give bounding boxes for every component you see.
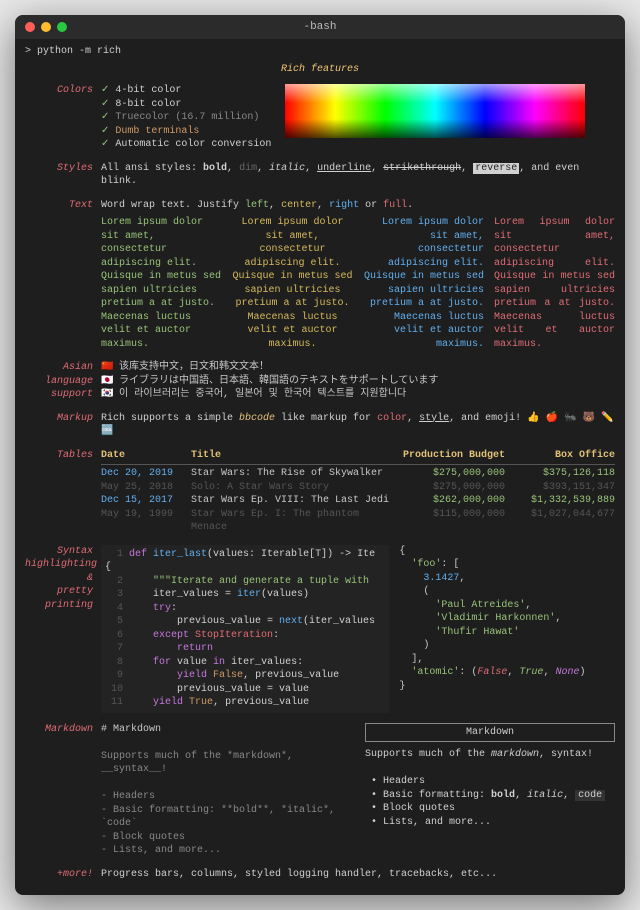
color-spectrum — [285, 84, 585, 138]
color-item: 8-bit color — [115, 99, 181, 110]
lorem-right: Lorem ipsum dolor sit amet, consectetur … — [363, 216, 484, 351]
syntax-body: 1def iter_last(values: Iterable[T]) -> I… — [101, 545, 615, 713]
window-title: -bash — [15, 21, 625, 33]
section-label-colors: Colors — [25, 84, 101, 98]
section-label-more: +more! — [25, 868, 101, 882]
table-row: May 25, 2018Solo: A Star Wars Story$275,… — [101, 481, 615, 495]
markdown-rendered: Markdown Supports much of the markdown, … — [365, 723, 615, 858]
pretty-print-data: { 'foo': [ 3.1427, ( 'Paul Atreides', 'V… — [399, 545, 615, 713]
markdown-rendered-title: Markdown — [365, 723, 615, 743]
prompt-command: python -m rich — [37, 46, 121, 57]
section-label-text: Text — [25, 199, 101, 213]
section-label-markup: Markup — [25, 412, 101, 426]
table-row: May 19, 1999Star Wars Ep. I: The phantom… — [101, 508, 615, 535]
flag-cn-icon: 🇨🇳 — [101, 361, 113, 375]
text-body: Word wrap text. Justify left, center, ri… — [101, 199, 615, 352]
color-item: Automatic color conversion — [115, 139, 271, 150]
flag-kr-icon: 🇰🇷 — [101, 388, 113, 402]
asian-body: 🇨🇳 该库支持中文，日文和韩文文本！ 🇯🇵 ライブラリは中国語、日本語、韓国語の… — [101, 361, 615, 402]
section-label-tables: Tables — [25, 449, 101, 463]
color-item: 4-bit color — [115, 85, 181, 96]
flag-jp-icon: 🇯🇵 — [101, 375, 113, 389]
color-item: Truecolor (16.7 million) — [115, 112, 259, 123]
section-label-syntax: Syntax highlighting & pretty printing — [25, 545, 101, 613]
table-row: Dec 15, 2017Star Wars Ep. VIII: The Last… — [101, 494, 615, 508]
markup-body: Rich supports a simple bbcode like marku… — [101, 412, 615, 439]
table-header: Date Title Production Budget Box Office — [101, 449, 615, 466]
color-item: Dumb terminals — [115, 126, 199, 137]
markdown-source: # Markdown Supports much of the *markdow… — [101, 723, 351, 858]
section-label-styles: Styles — [25, 162, 101, 176]
tables-body: Date Title Production Budget Box Office … — [101, 449, 615, 535]
features-heading: Rich features — [25, 63, 615, 77]
lorem-full: Lorem ipsum dolor sit amet, consectetur … — [494, 216, 615, 351]
table-row: Dec 20, 2019Star Wars: The Rise of Skywa… — [101, 467, 615, 481]
more-body: Progress bars, columns, styled logging h… — [101, 868, 615, 882]
styles-body: All ansi styles: bold, dim, italic, unde… — [101, 162, 615, 189]
code-block: 1def iter_last(values: Iterable[T]) -> I… — [101, 545, 389, 713]
lorem-center: Lorem ipsum dolor sit amet, consectetur … — [232, 216, 353, 351]
prompt-symbol: > — [25, 46, 31, 57]
prompt-line: > python -m rich — [25, 45, 615, 59]
lorem-left: Lorem ipsum dolor sit amet, consectetur … — [101, 216, 222, 351]
markdown-body: # Markdown Supports much of the *markdow… — [101, 723, 615, 858]
terminal-window: -bash > python -m rich Rich features Col… — [15, 15, 625, 895]
titlebar: -bash — [15, 15, 625, 39]
section-label-asian: Asian language support — [25, 361, 101, 402]
terminal-body: > python -m rich Rich features Colors ✓ … — [15, 39, 625, 895]
section-label-markdown: Markdown — [25, 723, 101, 737]
